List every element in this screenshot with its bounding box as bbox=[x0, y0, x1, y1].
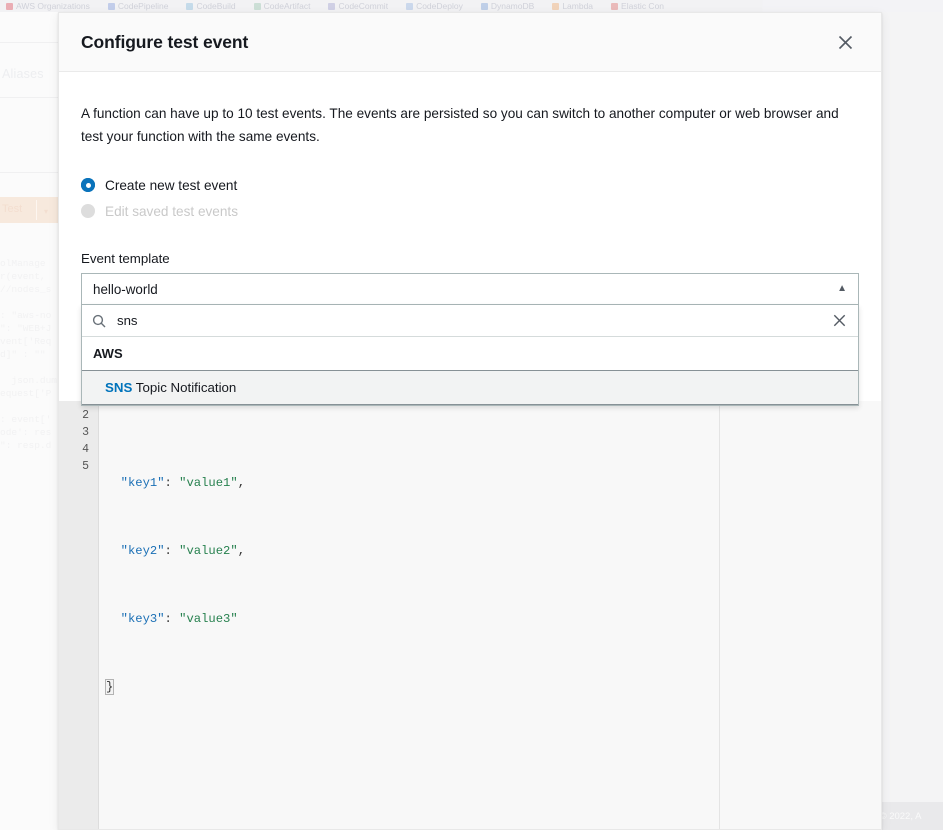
dropdown-search-row bbox=[82, 305, 858, 337]
json-code-editor[interactable]: 2 3 4 5 "key1": "value1", "key2": "value… bbox=[59, 401, 881, 829]
code-line: "key3": "value3" bbox=[106, 611, 881, 628]
bookmark-favicon bbox=[480, 2, 488, 10]
console-left-panel: Aliases Test ▾ olManage r(event, //nodes… bbox=[0, 12, 62, 830]
code-line: "key2": "value2", bbox=[106, 543, 881, 560]
aliases-label: Aliases bbox=[2, 67, 44, 81]
radio-label: Create new test event bbox=[105, 177, 238, 193]
bookmark-label: AWS Organizations bbox=[16, 1, 90, 11]
line-number: 5 bbox=[82, 460, 89, 473]
code-key: "key3" bbox=[120, 612, 165, 626]
browser-bookmarks-bar: AWS Organizations CodePipeline CodeBuild… bbox=[0, 0, 943, 12]
line-number: 2 bbox=[82, 409, 89, 422]
code-closing-brace: } bbox=[104, 679, 115, 695]
radio-indicator-selected[interactable] bbox=[81, 178, 95, 192]
bookmark-favicon bbox=[6, 2, 13, 10]
test-button-divider bbox=[36, 200, 37, 220]
modal-header: Configure test event bbox=[59, 13, 881, 72]
bookmark-label: CodeBuild bbox=[196, 1, 236, 11]
option-rest-text: Topic Notification bbox=[132, 380, 237, 395]
code-value: "value1" bbox=[179, 476, 238, 490]
bookmark-item[interactable]: AWS Organizations bbox=[6, 1, 90, 11]
console-code-preview: olManage r(event, //nodes_s : "aws-no ":… bbox=[0, 258, 58, 451]
clear-search-icon[interactable] bbox=[831, 313, 847, 329]
code-colon: : bbox=[164, 544, 180, 558]
editor-code-area[interactable]: "key1": "value1", "key2": "value2", "key… bbox=[99, 401, 881, 829]
event-template-select[interactable]: hello-world ▲ bbox=[81, 273, 859, 305]
bookmark-item[interactable]: CodeCommit bbox=[328, 1, 388, 11]
line-number: 3 bbox=[82, 426, 89, 439]
event-template-dropdown: AWS SNS Topic Notification bbox=[81, 305, 859, 406]
code-trail: , bbox=[237, 476, 246, 490]
bookmark-label: DynamoDB bbox=[490, 1, 535, 11]
dropdown-option-sns-topic-notification[interactable]: SNS Topic Notification bbox=[82, 370, 858, 405]
console-right-column bbox=[881, 12, 943, 830]
select-selected-value: hello-world bbox=[93, 281, 158, 297]
modal-body: A function can have up to 10 test events… bbox=[59, 72, 881, 406]
search-input[interactable] bbox=[115, 312, 831, 329]
bookmark-favicon bbox=[107, 2, 115, 10]
code-colon: : bbox=[164, 476, 180, 490]
close-icon[interactable] bbox=[831, 28, 859, 56]
bookmark-label: CodeDeploy bbox=[416, 1, 463, 11]
radio-label: Edit saved test events bbox=[105, 203, 238, 219]
bookmark-favicon bbox=[253, 2, 261, 10]
code-value: "value2" bbox=[179, 544, 238, 558]
bookmark-label: Elastic Con bbox=[621, 1, 665, 11]
bookmark-label: CodePipeline bbox=[117, 1, 169, 11]
bookmark-favicon bbox=[328, 2, 336, 10]
bookmark-item[interactable]: CodeArtifact bbox=[253, 1, 311, 11]
line-number: 4 bbox=[82, 443, 89, 456]
bookmark-item[interactable]: Elastic Con bbox=[611, 1, 664, 11]
bookmark-favicon bbox=[552, 2, 560, 10]
code-colon: : bbox=[164, 612, 180, 626]
code-key: "key1" bbox=[120, 476, 165, 490]
bookmark-item[interactable]: DynamoDB bbox=[480, 1, 535, 11]
intro-description: A function can have up to 10 test events… bbox=[81, 106, 839, 144]
bookmark-item[interactable]: CodePipeline bbox=[107, 1, 169, 11]
test-button-label: Test bbox=[2, 203, 23, 215]
option-match-text: SNS bbox=[105, 380, 133, 395]
dropdown-group-header-aws: AWS bbox=[93, 346, 123, 361]
radio-edit-saved-test-events: Edit saved test events bbox=[81, 198, 859, 224]
chevron-up-icon[interactable]: ▲ bbox=[837, 284, 847, 294]
bookmark-favicon bbox=[611, 2, 619, 10]
code-value: "value3" bbox=[179, 612, 238, 626]
bookmark-label: Lambda bbox=[562, 1, 594, 11]
search-icon bbox=[92, 314, 106, 328]
bookmark-favicon bbox=[186, 2, 194, 10]
code-key: "key2" bbox=[120, 544, 165, 558]
radio-indicator-disabled bbox=[81, 204, 95, 218]
event-template-label: Event template bbox=[81, 251, 170, 266]
bookmark-item[interactable]: CodeDeploy bbox=[406, 1, 463, 11]
editor-gutter: 2 3 4 5 bbox=[59, 401, 99, 829]
bookmark-label: CodeArtifact bbox=[263, 1, 311, 11]
code-line: "key1": "value1", bbox=[106, 475, 881, 492]
bookmark-favicon bbox=[406, 2, 414, 10]
chevron-down-icon[interactable]: ▾ bbox=[44, 207, 48, 216]
bookmark-item[interactable]: Lambda bbox=[552, 1, 593, 11]
bookmark-item[interactable]: CodeBuild bbox=[186, 1, 236, 11]
bookmark-label: CodeCommit bbox=[338, 1, 389, 11]
code-line: } bbox=[104, 679, 881, 696]
page-title: Configure test event bbox=[81, 31, 249, 52]
event-template-select-wrapper: hello-world ▲ sns AWS SNS Topic Notifica… bbox=[81, 273, 859, 406]
code-trail: , bbox=[237, 544, 246, 558]
configure-test-event-modal: Configure test event A function can have… bbox=[58, 12, 882, 830]
test-button[interactable]: Test ▾ bbox=[0, 197, 62, 223]
radio-create-new-test-event[interactable]: Create new test event bbox=[81, 172, 859, 198]
footer-copyright: © 2022, A bbox=[879, 810, 922, 822]
